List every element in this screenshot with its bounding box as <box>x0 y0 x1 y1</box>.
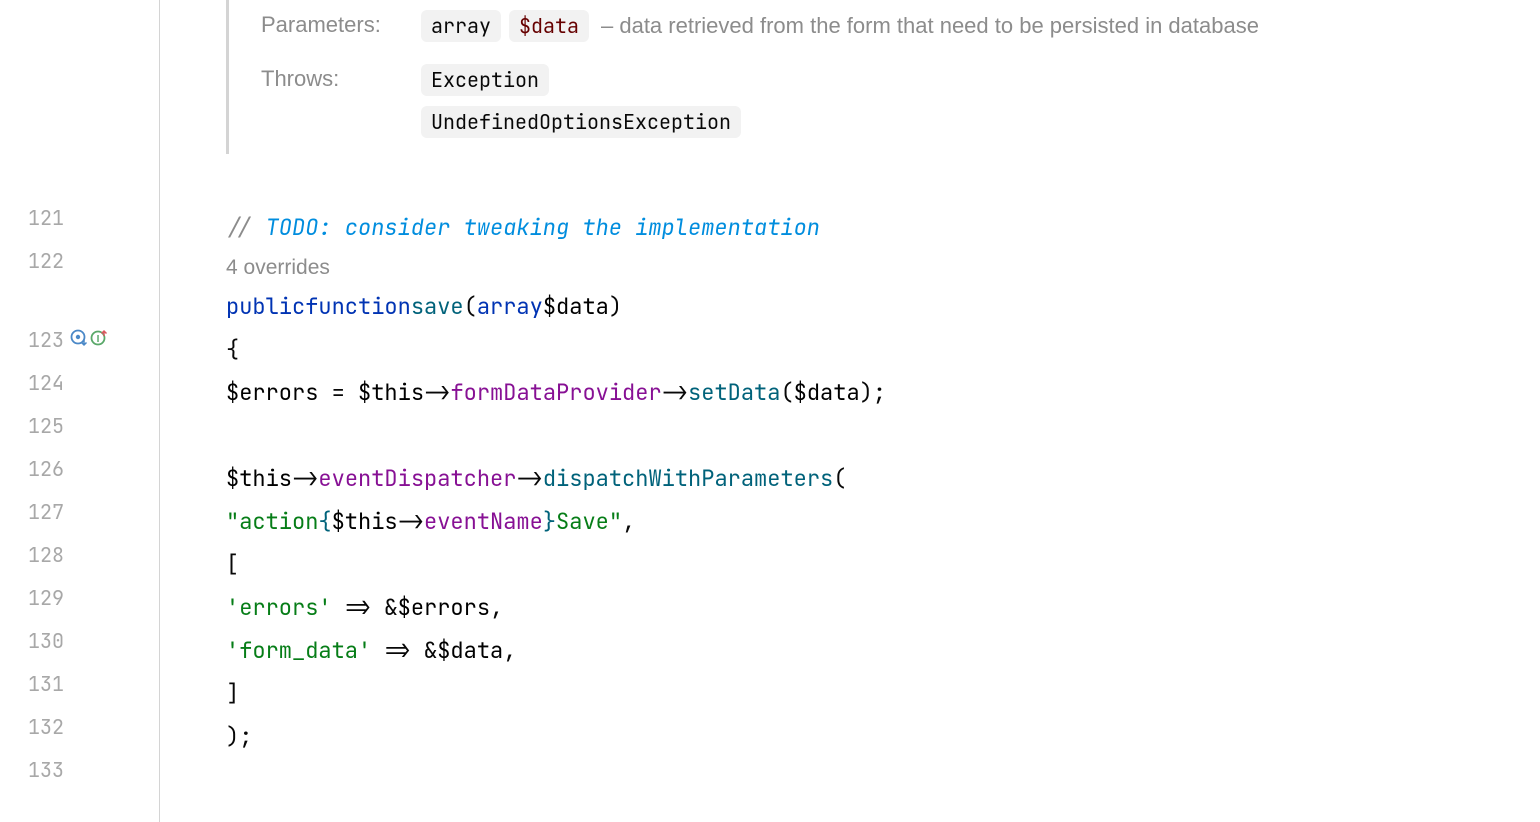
code-line[interactable]: "action{$this->eventName}Save", <box>168 501 1540 544</box>
array-key: 'errors' <box>226 593 332 624</box>
bracket-open: [ <box>226 550 239 581</box>
line-number[interactable]: 133 <box>0 748 151 791</box>
argument: $data <box>794 378 860 409</box>
line-number[interactable]: 127 <box>0 490 151 533</box>
code-line[interactable]: $this->eventDispatcher->dispatchWithPara… <box>168 458 1540 501</box>
editor-content[interactable]: Parameters: array $data – data retrieved… <box>160 0 1540 822</box>
function-name: save <box>411 292 464 323</box>
comment-prefix: // <box>226 213 266 244</box>
keyword-function: function <box>305 292 411 323</box>
parameter: $data <box>543 292 609 323</box>
editor-gutter: 121 122 123 I 124 125 126 127 128 <box>0 0 160 822</box>
inlay-overrides-hint[interactable]: 4 overrides <box>168 250 1540 286</box>
phpdoc-throws-row: Throws: Exception UndefinedOptionsExcept… <box>261 64 1540 138</box>
code-line[interactable]: 'form_data' => &$data, <box>168 630 1540 673</box>
code-line[interactable] <box>168 164 1540 207</box>
type-hint: array <box>477 292 543 323</box>
throws-tag[interactable]: UndefinedOptionsException <box>421 106 741 138</box>
line-number[interactable]: 132 <box>0 705 151 748</box>
line-number[interactable]: 130 <box>0 619 151 662</box>
phpdoc-rendered[interactable]: Parameters: array $data – data retrieved… <box>226 0 1540 154</box>
throws-tag[interactable]: Exception <box>421 64 549 96</box>
paren-close: ); <box>226 722 252 753</box>
code-line[interactable]: ); <box>168 716 1540 759</box>
line-number[interactable]: 129 <box>0 576 151 619</box>
method-call: dispatchWithParameters <box>543 464 833 495</box>
variable: $errors <box>226 378 318 409</box>
this-ref: $this <box>358 378 424 409</box>
code-line[interactable]: public function save(array $data) <box>168 286 1540 329</box>
param-description: – data retrieved from the form that need… <box>601 11 1259 42</box>
todo-comment: TODO: consider tweaking the implementati… <box>266 213 820 244</box>
property: eventDispatcher <box>318 464 516 495</box>
code-line[interactable]: { <box>168 329 1540 372</box>
line-number[interactable]: 131 <box>0 662 151 705</box>
string-literal: action <box>239 507 318 538</box>
variable-ref: $data <box>437 636 503 667</box>
param-name-tag: $data <box>509 10 589 42</box>
svg-text:I: I <box>97 334 100 345</box>
code-line[interactable]: 'errors' => &$errors, <box>168 587 1540 630</box>
code-line[interactable]: ] <box>168 673 1540 716</box>
phpdoc-parameters-row: Parameters: array $data – data retrieved… <box>261 10 1540 42</box>
bracket-close: ] <box>226 679 239 710</box>
phpdoc-throws-label: Throws: <box>261 64 421 95</box>
code-line[interactable]: [ <box>168 544 1540 587</box>
line-number[interactable]: 126 <box>0 447 151 490</box>
line-number[interactable]: 122 <box>0 239 151 282</box>
phpdoc-parameters-label: Parameters: <box>261 10 421 41</box>
implements-up-icon[interactable]: I <box>90 326 108 354</box>
line-number[interactable]: 128 <box>0 533 151 576</box>
method-call: setData <box>688 378 780 409</box>
code-line[interactable]: // TODO: consider tweaking the implement… <box>168 207 1540 250</box>
brace-open: { <box>226 335 239 366</box>
param-type-tag: array <box>421 10 501 42</box>
line-number[interactable]: 123 I <box>0 318 151 361</box>
keyword-public: public <box>226 292 305 323</box>
property: eventName <box>424 507 543 538</box>
line-number[interactable]: 125 <box>0 404 151 447</box>
property: formDataProvider <box>450 378 661 409</box>
code-line[interactable]: $errors = $this->formDataProvider->setDa… <box>168 372 1540 415</box>
override-down-icon[interactable] <box>70 326 88 354</box>
line-number[interactable]: 124 <box>0 361 151 404</box>
string-literal: Save <box>556 507 609 538</box>
this-ref: $this <box>226 464 292 495</box>
variable-ref: $errors <box>398 593 490 624</box>
array-key: 'form_data' <box>226 636 371 667</box>
code-line[interactable] <box>168 415 1540 458</box>
line-number[interactable]: 121 <box>0 196 151 239</box>
this-ref: $this <box>332 507 398 538</box>
